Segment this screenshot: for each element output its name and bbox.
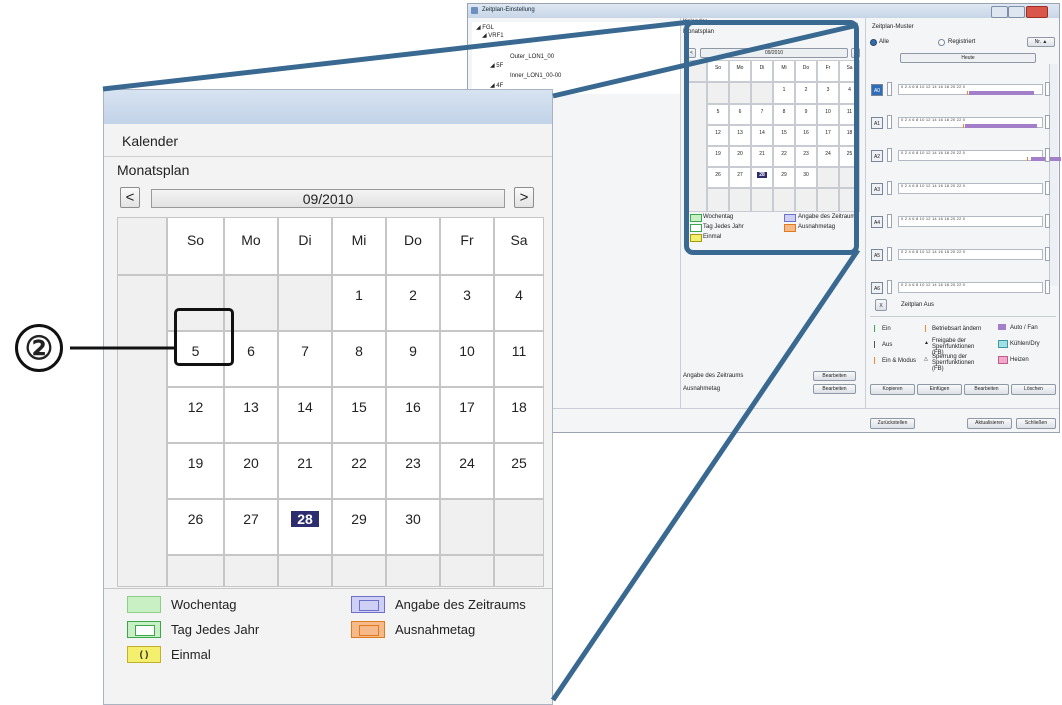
callout-line-bottom: [550, 248, 861, 702]
callout-line-top-left: [102, 19, 691, 92]
callout-line-top-right: [552, 22, 859, 99]
callout-lines: [70, 19, 861, 702]
step-marker-2: ②: [15, 324, 63, 372]
